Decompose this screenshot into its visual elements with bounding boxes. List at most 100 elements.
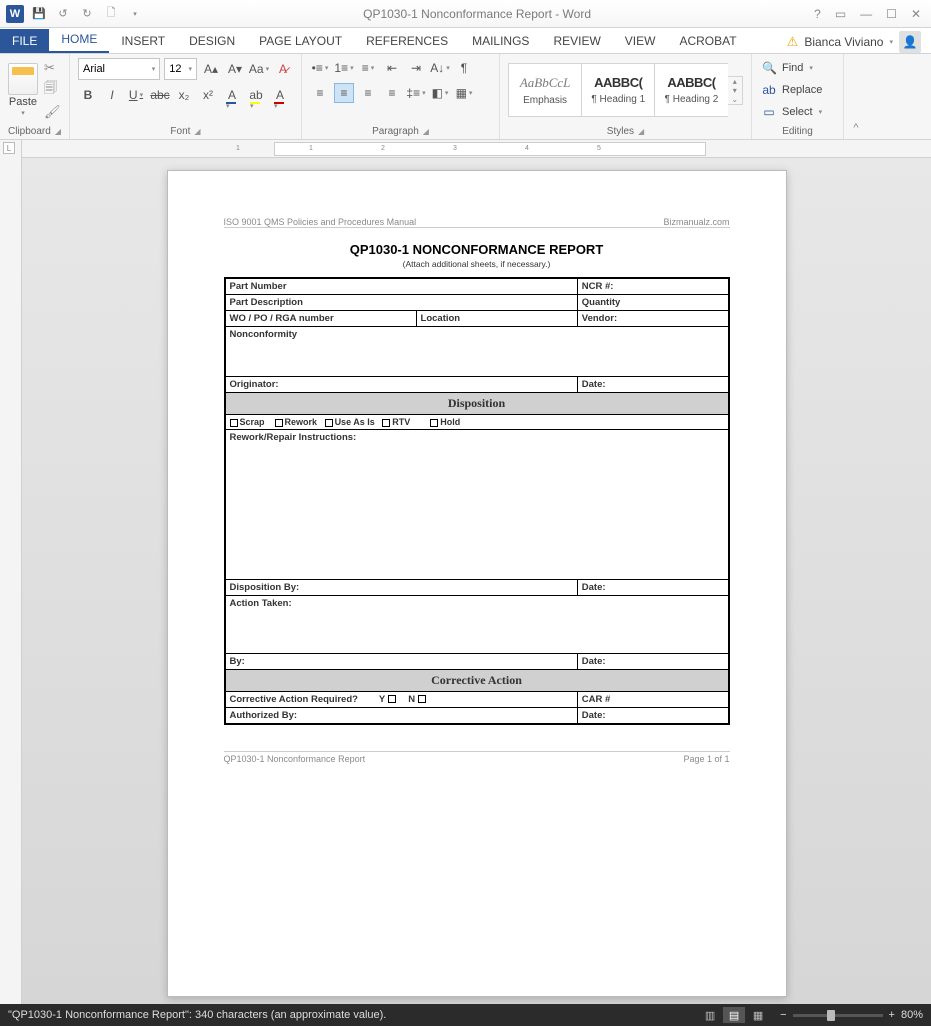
tab-mailings[interactable]: MAILINGS — [460, 29, 541, 53]
cell-disposition-options[interactable]: Scrap Rework Use As Is RTV Hold — [225, 415, 729, 430]
cell-date-4[interactable]: Date: — [577, 708, 728, 725]
cell-ca-required[interactable]: Corrective Action Required? Y N — [225, 692, 578, 708]
tab-design[interactable]: DESIGN — [177, 29, 247, 53]
replace-button[interactable]: abReplace — [762, 80, 833, 100]
tab-view[interactable]: VIEW — [613, 29, 668, 53]
cell-date-3[interactable]: Date: — [577, 654, 728, 670]
save-icon[interactable]: 💾 — [30, 5, 48, 23]
checkbox-hold[interactable] — [430, 419, 438, 427]
shrink-font-icon[interactable]: A▾ — [225, 59, 245, 79]
clipboard-dialog-launcher[interactable]: ◢ — [55, 127, 61, 136]
checkbox-ca-yes[interactable] — [388, 695, 396, 703]
zoom-control[interactable]: − + 80% — [780, 1009, 923, 1021]
collapse-ribbon-icon[interactable]: ^ — [844, 54, 868, 139]
borders-icon[interactable]: ▦ — [454, 83, 474, 103]
undo-icon[interactable]: ↺ — [54, 5, 72, 23]
checkbox-rework[interactable] — [275, 419, 283, 427]
styles-dialog-launcher[interactable]: ◢ — [638, 127, 644, 136]
redo-icon[interactable]: ↻ — [78, 5, 96, 23]
read-mode-icon[interactable]: ▥ — [699, 1007, 721, 1023]
shading-icon[interactable]: ◧ — [430, 83, 450, 103]
print-layout-icon[interactable]: ▤ — [723, 1007, 745, 1023]
strikethrough-button[interactable]: abc — [150, 85, 170, 105]
grow-font-icon[interactable]: A▴ — [201, 59, 221, 79]
minimize-icon[interactable]: — — [860, 7, 872, 21]
bold-button[interactable]: B — [78, 85, 98, 105]
checkbox-scrap[interactable] — [230, 419, 238, 427]
numbering-icon[interactable]: 1≡ — [334, 58, 354, 78]
font-name-combo[interactable]: Arial▾ — [78, 58, 160, 80]
document-area[interactable]: ISO 9001 QMS Policies and Procedures Man… — [22, 158, 931, 1009]
bullets-icon[interactable]: •≡ — [310, 58, 330, 78]
cell-originator[interactable]: Originator: — [225, 377, 578, 393]
cell-action-taken[interactable]: Action Taken: — [225, 596, 729, 654]
cell-part-desc[interactable]: Part Description — [225, 295, 578, 311]
zoom-out-icon[interactable]: − — [780, 1009, 786, 1021]
cell-part-number[interactable]: Part Number — [225, 278, 578, 295]
decrease-indent-icon[interactable]: ⇤ — [382, 58, 402, 78]
cell-by[interactable]: By: — [225, 654, 578, 670]
checkbox-ca-no[interactable] — [418, 695, 426, 703]
style-heading-2[interactable]: AABBC( ¶ Heading 2 — [654, 63, 727, 117]
cell-date-2[interactable]: Date: — [577, 580, 728, 596]
underline-button[interactable]: U — [126, 85, 146, 105]
help-icon[interactable]: ? — [814, 7, 821, 21]
increase-indent-icon[interactable]: ⇥ — [406, 58, 426, 78]
cell-qty[interactable]: Quantity — [577, 295, 728, 311]
highlight-icon[interactable]: ab — [246, 85, 266, 105]
subscript-button[interactable]: x₂ — [174, 85, 194, 105]
justify-icon[interactable]: ≡ — [382, 83, 402, 103]
ribbon-display-icon[interactable]: ▭ — [835, 7, 846, 21]
zoom-in-icon[interactable]: + — [889, 1009, 895, 1021]
tab-review[interactable]: REVIEW — [541, 29, 612, 53]
cell-ncr[interactable]: NCR #: — [577, 278, 728, 295]
document-page[interactable]: ISO 9001 QMS Policies and Procedures Man… — [167, 170, 787, 997]
form-table[interactable]: Part Number NCR #: Part Description Quan… — [224, 277, 730, 725]
tab-page-layout[interactable]: PAGE LAYOUT — [247, 29, 354, 53]
tab-references[interactable]: REFERENCES — [354, 29, 460, 53]
tab-file[interactable]: FILE — [0, 29, 49, 53]
text-effects-icon[interactable]: A — [222, 85, 242, 105]
customize-qat-icon[interactable]: ▾ — [126, 5, 144, 23]
style-heading-1[interactable]: AABBC( ¶ Heading 1 — [581, 63, 654, 117]
style-emphasis[interactable]: AaBbCcL Emphasis — [508, 63, 581, 117]
paragraph-dialog-launcher[interactable]: ◢ — [423, 127, 429, 136]
cell-car[interactable]: CAR # — [577, 692, 728, 708]
align-left-icon[interactable]: ≡ — [310, 83, 330, 103]
cell-disposition-by[interactable]: Disposition By: — [225, 580, 578, 596]
italic-button[interactable]: I — [102, 85, 122, 105]
tab-home[interactable]: HOME — [49, 27, 109, 53]
sort-icon[interactable]: A↓ — [430, 58, 450, 78]
cell-wo[interactable]: WO / PO / RGA number — [225, 311, 417, 327]
cut-icon[interactable]: ✂ — [44, 60, 61, 76]
checkbox-rtv[interactable] — [382, 419, 390, 427]
cell-vendor[interactable]: Vendor: — [577, 311, 728, 327]
align-center-icon[interactable]: ≡ — [334, 83, 354, 103]
cell-rework-instructions[interactable]: Rework/Repair Instructions: — [225, 430, 729, 580]
repeat-icon[interactable]: 🗋 — [102, 5, 120, 23]
select-button[interactable]: ▭Select ▾ — [762, 102, 833, 122]
styles-gallery-nav[interactable]: ▴▾⌄ — [728, 76, 743, 105]
zoom-level[interactable]: 80% — [901, 1009, 923, 1021]
cell-authorized-by[interactable]: Authorized By: — [225, 708, 578, 725]
cell-location[interactable]: Location — [416, 311, 577, 327]
close-icon[interactable]: ✕ — [911, 7, 921, 21]
tab-insert[interactable]: INSERT — [109, 29, 177, 53]
align-right-icon[interactable]: ≡ — [358, 83, 378, 103]
line-spacing-icon[interactable]: ‡≡ — [406, 83, 426, 103]
clear-formatting-icon[interactable]: A̷ — [273, 59, 293, 79]
font-size-combo[interactable]: 12▾ — [164, 58, 197, 80]
checkbox-use-as-is[interactable] — [325, 419, 333, 427]
zoom-slider[interactable] — [793, 1014, 883, 1017]
font-dialog-launcher[interactable]: ◢ — [194, 127, 200, 136]
font-color-icon[interactable]: A — [270, 85, 290, 105]
format-painter-icon[interactable]: 🖌 — [44, 104, 61, 120]
find-button[interactable]: 🔍Find ▾ — [762, 58, 833, 78]
cell-nonconformity[interactable]: Nonconformity — [225, 327, 729, 377]
tab-acrobat[interactable]: ACROBAT — [667, 29, 748, 53]
account-area[interactable]: ⚠ Bianca Viviano ▾ 👤 — [777, 31, 931, 53]
web-layout-icon[interactable]: ▦ — [747, 1007, 769, 1023]
superscript-button[interactable]: x² — [198, 85, 218, 105]
paste-button[interactable]: Paste ▾ — [8, 63, 38, 117]
maximize-icon[interactable]: ☐ — [886, 7, 897, 21]
